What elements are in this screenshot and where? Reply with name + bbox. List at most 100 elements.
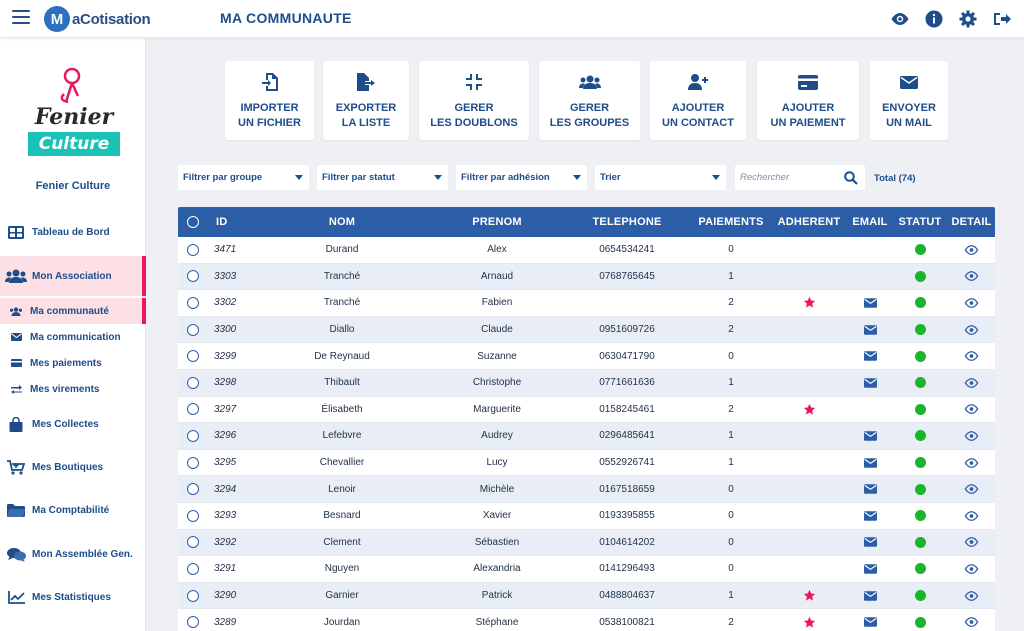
brand-logo[interactable]: M aCotisation [44, 5, 151, 33]
cell-paiements: 1 [728, 590, 734, 602]
eye-icon[interactable] [964, 244, 979, 255]
eye-icon[interactable] [964, 617, 979, 628]
cell-nom: Thibault [324, 377, 360, 389]
menu-toggle-icon[interactable] [12, 10, 30, 26]
sidebar-item-mon-assemblee[interactable]: Mon Assemblée Gen. [0, 536, 146, 572]
table-row[interactable]: 3290 Garnier Patrick 0488804637 1 [178, 582, 995, 610]
cell-telephone: 0141296493 [599, 563, 655, 575]
table-row[interactable]: 3291 Nguyen Alexandria 0141296493 0 [178, 556, 995, 583]
cell-statut [892, 377, 948, 389]
eye-icon[interactable] [964, 537, 979, 548]
status-dot-icon [914, 430, 926, 442]
import-file-button[interactable]: IMPORTER UN FICHIER [225, 61, 314, 140]
header-prenom[interactable]: PRENOM [432, 216, 562, 228]
filter-group-select[interactable]: Filtrer par groupe [178, 165, 309, 190]
sidebar-item-mes-collectes[interactable]: Mes Collectes [0, 406, 146, 442]
table-row[interactable]: 3298 Thibault Christophe 0771661636 1 [178, 369, 995, 397]
row-select-radio[interactable] [187, 536, 199, 549]
export-list-button[interactable]: EXPORTER LA LISTE [323, 61, 409, 140]
search-input[interactable] [740, 172, 844, 183]
manage-groups-button[interactable]: GERER LES GROUPES [539, 61, 640, 140]
row-select-radio[interactable] [187, 403, 199, 416]
sidebar-item-ma-comptabilite[interactable]: Ma Comptabilité [0, 492, 146, 528]
row-select-radio[interactable] [187, 243, 199, 256]
row-select-radio[interactable] [187, 562, 199, 575]
table-row[interactable]: 3292 Clement Sébastien 0104614202 0 [178, 529, 995, 557]
sidebar-item-mes-paiements[interactable]: Mes paiements [0, 350, 146, 376]
eye-icon[interactable] [964, 298, 979, 308]
row-select-radio[interactable] [187, 589, 199, 602]
row-select-radio[interactable] [187, 509, 199, 522]
eye-icon[interactable] [964, 484, 979, 495]
table-row[interactable]: 3296 Lefebvre Audrey 0296485641 1 [178, 423, 995, 450]
credit-card-icon [798, 72, 818, 92]
eye-icon[interactable] [964, 377, 979, 388]
eye-icon[interactable] [964, 324, 979, 335]
table-row[interactable]: 3297 Élisabeth Marguerite 0158245461 2 [178, 396, 995, 424]
send-mail-button[interactable]: ENVOYER UN MAIL [870, 61, 948, 140]
cell-prenom: Arnaud [480, 270, 514, 282]
eye-icon[interactable] [964, 457, 979, 468]
info-icon[interactable] [924, 9, 944, 29]
row-select-radio[interactable] [187, 323, 199, 336]
table-row[interactable]: 3293 Besnard Xavier 0193395855 0 [178, 502, 995, 530]
row-select-radio[interactable] [187, 616, 199, 629]
gear-icon[interactable] [958, 9, 978, 29]
table-row[interactable]: 3300 Diallo Claude 0951609726 2 [178, 316, 995, 344]
header-paiements[interactable]: PAIEMENTS [692, 216, 770, 228]
star-icon [803, 589, 816, 602]
row-select-radio[interactable] [187, 296, 199, 309]
sidebar-item-mes-virements[interactable]: Mes virements [0, 376, 146, 402]
header-email[interactable]: EMAIL [848, 216, 892, 228]
row-select-radio[interactable] [187, 483, 199, 496]
header-adherent[interactable]: ADHERENT [770, 216, 848, 228]
eye-icon[interactable] [964, 404, 979, 415]
sidebar-item-ma-communaute[interactable]: Ma communauté [0, 298, 146, 324]
table-row[interactable]: 3299 De Reynaud Suzanne 0630471790 0 [178, 343, 995, 370]
sidebar-item-label: Mes Statistiques [32, 591, 111, 603]
row-select-radio[interactable] [187, 429, 199, 442]
sidebar-item-ma-communication[interactable]: Ma communication [0, 324, 146, 350]
envelope-icon [863, 484, 877, 494]
eye-icon[interactable] [964, 510, 979, 521]
sidebar-item-mon-association[interactable]: Mon Association [0, 256, 146, 296]
sidebar-item-dashboard[interactable]: Tableau de Bord [0, 214, 146, 250]
table-row[interactable]: 3294 Lenoir Michèle 0167518659 0 [178, 476, 995, 503]
row-select-radio[interactable] [187, 376, 199, 389]
table-row[interactable]: 3289 Jourdan Stéphane 0538100821 2 [178, 609, 995, 631]
eye-icon[interactable] [964, 271, 979, 282]
compress-icon [466, 72, 482, 92]
select-all-radio[interactable] [187, 216, 199, 228]
header-nom[interactable]: NOM [252, 216, 432, 228]
header-id[interactable]: ID [208, 216, 252, 228]
cell-email [848, 564, 892, 574]
cell-statut [892, 457, 948, 469]
table-row[interactable]: 3302 Tranché Fabien 2 [178, 290, 995, 317]
add-payment-button[interactable]: AJOUTER UN PAIEMENT [757, 61, 859, 140]
row-select-radio[interactable] [187, 350, 199, 363]
sidebar-item-mes-boutiques[interactable]: Mes Boutiques [0, 449, 146, 485]
manage-duplicates-button[interactable]: GERER LES DOUBLONS [419, 61, 529, 140]
org-logo: Fenier Culture [28, 62, 120, 162]
eye-icon[interactable] [964, 351, 979, 362]
sort-select[interactable]: Trier [595, 165, 726, 190]
table-row[interactable]: 3295 Chevallier Lucy 0552926741 1 [178, 449, 995, 477]
table-row[interactable]: 3471 Durand Alex 0654534241 0 [178, 237, 995, 264]
header-statut[interactable]: STATUT [892, 216, 948, 228]
header-telephone[interactable]: TELEPHONE [562, 216, 692, 228]
row-select-radio[interactable] [187, 456, 199, 469]
eye-icon[interactable] [964, 590, 979, 601]
search-icon[interactable] [844, 170, 858, 185]
sidebar-item-mes-statistiques[interactable]: Mes Statistiques [0, 579, 146, 615]
table-row[interactable]: 3303 Tranché Arnaud 0768765645 1 [178, 263, 995, 291]
add-contact-button[interactable]: AJOUTER UN CONTACT [650, 61, 746, 140]
eye-icon[interactable] [964, 431, 979, 441]
eye-icon[interactable] [964, 563, 979, 574]
logout-icon[interactable] [992, 9, 1012, 29]
row-select-radio[interactable] [187, 270, 199, 283]
chart-icon [0, 590, 32, 604]
eye-icon[interactable] [890, 9, 910, 29]
filter-status-select[interactable]: Filtrer par statut [317, 165, 448, 190]
filter-membership-select[interactable]: Filtrer par adhésion [456, 165, 587, 190]
header-detail[interactable]: DETAIL [948, 216, 995, 228]
